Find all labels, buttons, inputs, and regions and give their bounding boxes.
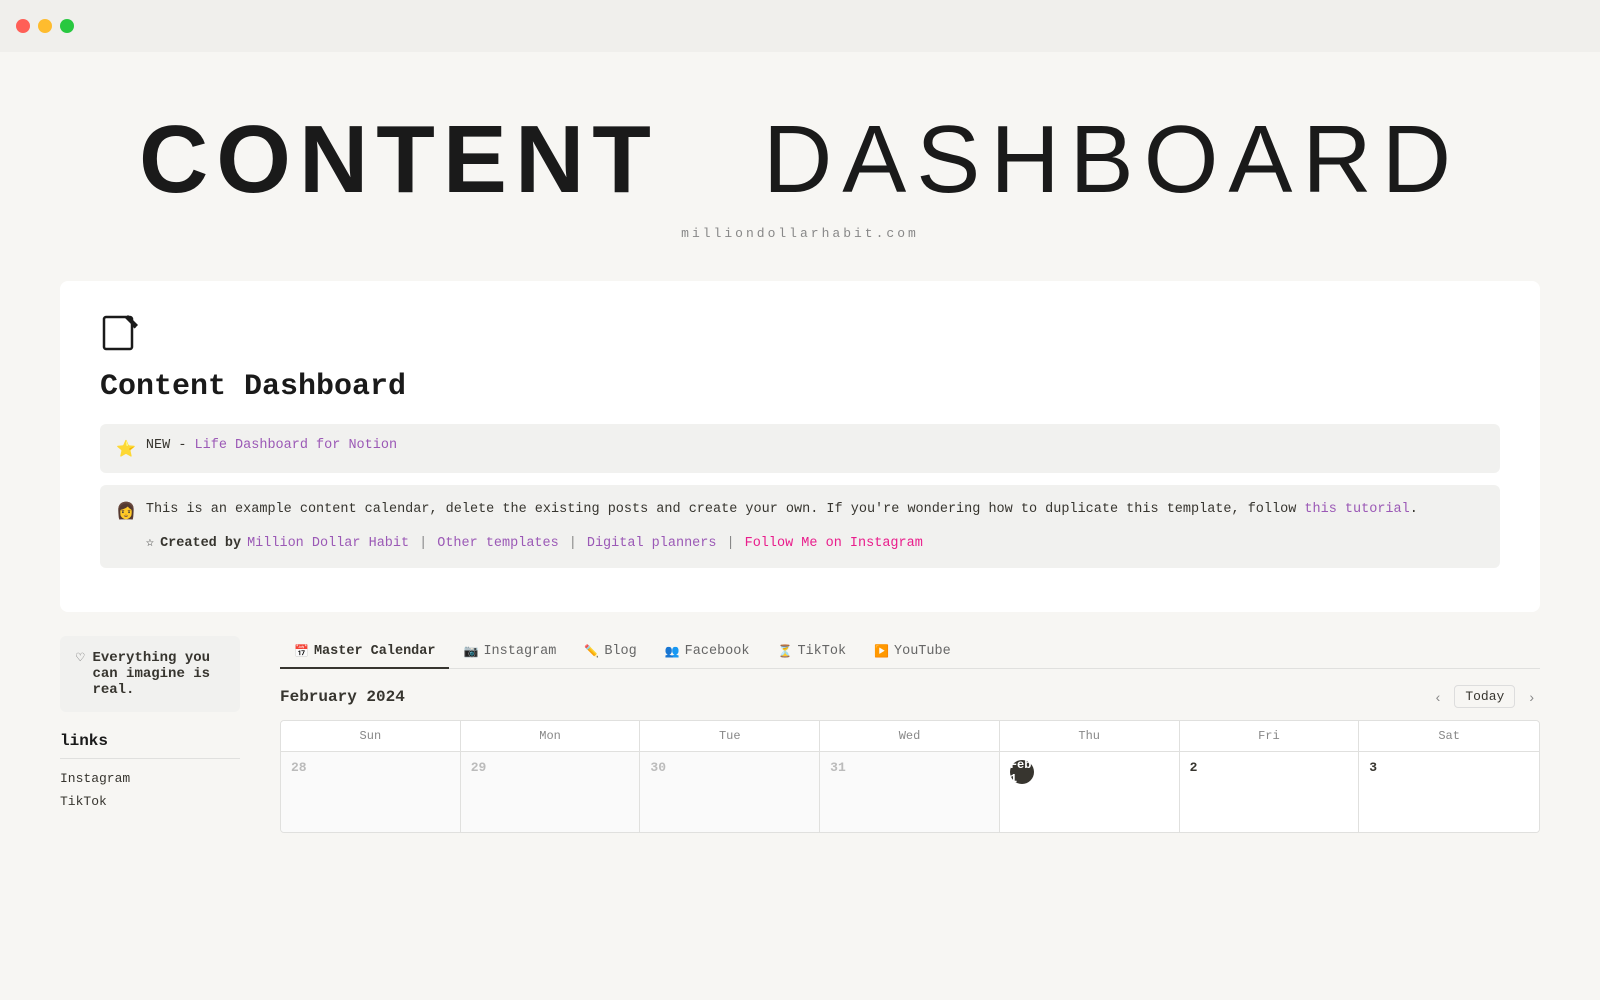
- weekday-wed: Wed: [820, 721, 1000, 751]
- tab-master-label: Master Calendar: [314, 644, 436, 659]
- calendar-row: 28 29 30 31 Feb 1 2 3: [281, 752, 1539, 832]
- weekday-thu: Thu: [1000, 721, 1180, 751]
- sidebar-quote-text: Everything you can imagine is real.: [92, 650, 224, 698]
- tab-facebook[interactable]: 👥 Facebook: [651, 636, 764, 669]
- calendar-cell[interactable]: 2: [1180, 752, 1360, 832]
- today-button[interactable]: Today: [1454, 685, 1515, 708]
- calendar-cell[interactable]: 30: [640, 752, 820, 832]
- weekday-sun: Sun: [281, 721, 461, 751]
- avatar-icon: 👩: [116, 500, 136, 526]
- calendar-grid: Sun Mon Tue Wed Thu Fri Sat 28 29 30: [280, 720, 1540, 833]
- links-divider: [60, 758, 240, 759]
- callout-star-icon: ☆: [146, 533, 154, 555]
- day-number: 3: [1369, 760, 1529, 775]
- hourglass-icon: ⏳: [777, 644, 792, 659]
- hero-subtitle: milliondollarhabit.com: [0, 226, 1600, 241]
- play-icon: ▶️: [874, 644, 889, 659]
- day-number: 30: [650, 760, 809, 775]
- day-number: 31: [830, 760, 989, 775]
- day-number: Feb 1: [1010, 760, 1034, 784]
- links-title: links: [60, 732, 240, 750]
- tab-youtube[interactable]: ▶️ YouTube: [860, 636, 965, 669]
- created-by-label: Created by: [160, 533, 241, 555]
- list-item[interactable]: Instagram: [60, 767, 240, 790]
- heart-icon: ♡: [76, 650, 84, 667]
- calendar-tabs: 📅 Master Calendar 📷 Instagram ✏️ Blog 👥 …: [280, 636, 1540, 669]
- calendar-icon: 📅: [294, 644, 309, 659]
- tab-blog-label: Blog: [604, 644, 636, 659]
- hero-title: CONTENT DASHBOARD: [0, 112, 1600, 208]
- callout-info: 👩 This is an example content calendar, d…: [100, 485, 1500, 568]
- tab-instagram-label: Instagram: [483, 644, 556, 659]
- tab-facebook-label: Facebook: [685, 644, 750, 659]
- star-icon: ⭐: [116, 439, 136, 459]
- maximize-button[interactable]: [60, 19, 74, 33]
- page-title: Content Dashboard: [100, 370, 1500, 404]
- bottom-section: ♡ Everything you can imagine is real. li…: [60, 612, 1540, 833]
- list-item[interactable]: TikTok: [60, 790, 240, 813]
- tab-tiktok-label: TikTok: [797, 644, 846, 659]
- callout-new: ⭐ NEW - Life Dashboard for Notion: [100, 424, 1500, 473]
- follow-instagram-link[interactable]: Follow Me on Instagram: [745, 533, 923, 555]
- prev-button[interactable]: ‹: [1430, 687, 1447, 707]
- pencil-icon: ✏️: [584, 644, 599, 659]
- people-icon: 👥: [665, 644, 680, 659]
- callout-info-content: This is an example content calendar, del…: [146, 499, 1418, 554]
- next-button[interactable]: ›: [1523, 687, 1540, 707]
- calendar-header: February 2024 ‹ Today ›: [280, 685, 1540, 708]
- sep1: |: [419, 533, 427, 555]
- callout-links: ☆ Created by Million Dollar Habit | Othe…: [146, 533, 1418, 555]
- tutorial-link[interactable]: this tutorial: [1304, 502, 1409, 517]
- million-dollar-habit-link[interactable]: Million Dollar Habit: [247, 533, 409, 555]
- tab-tiktok[interactable]: ⏳ TikTok: [763, 636, 860, 669]
- callout-new-text: NEW - Life Dashboard for Notion: [146, 438, 397, 453]
- minimize-button[interactable]: [38, 19, 52, 33]
- page-icon: [100, 313, 1500, 362]
- weekday-mon: Mon: [461, 721, 641, 751]
- main-content: Content Dashboard ⭐ NEW - Life Dashboard…: [60, 281, 1540, 612]
- sep2: |: [569, 533, 577, 555]
- callout-main-text: This is an example content calendar, del…: [146, 502, 1305, 517]
- calendar-cell[interactable]: 29: [461, 752, 641, 832]
- sidebar: ♡ Everything you can imagine is real. li…: [60, 636, 260, 833]
- weekday-fri: Fri: [1180, 721, 1360, 751]
- day-number: 28: [291, 760, 450, 775]
- hero-title-bold: CONTENT: [139, 106, 659, 213]
- calendar-area: 📅 Master Calendar 📷 Instagram ✏️ Blog 👥 …: [260, 636, 1540, 833]
- life-dashboard-link[interactable]: Life Dashboard for Notion: [195, 438, 398, 453]
- tab-blog[interactable]: ✏️ Blog: [570, 636, 650, 669]
- calendar-nav: ‹ Today ›: [1430, 685, 1540, 708]
- digital-planners-link[interactable]: Digital planners: [587, 533, 717, 555]
- calendar-month: February 2024: [280, 688, 405, 706]
- titlebar: [0, 0, 1600, 52]
- calendar-cell[interactable]: 3: [1359, 752, 1539, 832]
- day-number: 29: [471, 760, 630, 775]
- hero-section: CONTENT DASHBOARD milliondollarhabit.com: [0, 52, 1600, 281]
- sidebar-quote: ♡ Everything you can imagine is real.: [60, 636, 240, 712]
- sep3: |: [726, 533, 734, 555]
- day-number: 2: [1190, 760, 1349, 775]
- calendar-cell-today[interactable]: Feb 1: [1000, 752, 1180, 832]
- camera-icon: 📷: [463, 644, 478, 659]
- weekday-tue: Tue: [640, 721, 820, 751]
- close-button[interactable]: [16, 19, 30, 33]
- calendar-cell[interactable]: 28: [281, 752, 461, 832]
- tab-master-calendar[interactable]: 📅 Master Calendar: [280, 636, 449, 669]
- hero-title-light: DASHBOARD: [763, 106, 1461, 213]
- calendar-cell[interactable]: 31: [820, 752, 1000, 832]
- links-list: Instagram TikTok: [60, 767, 240, 813]
- weekday-sat: Sat: [1359, 721, 1539, 751]
- other-templates-link[interactable]: Other templates: [437, 533, 559, 555]
- calendar-weekdays: Sun Mon Tue Wed Thu Fri Sat: [281, 721, 1539, 752]
- tab-instagram[interactable]: 📷 Instagram: [449, 636, 570, 669]
- tab-youtube-label: YouTube: [894, 644, 951, 659]
